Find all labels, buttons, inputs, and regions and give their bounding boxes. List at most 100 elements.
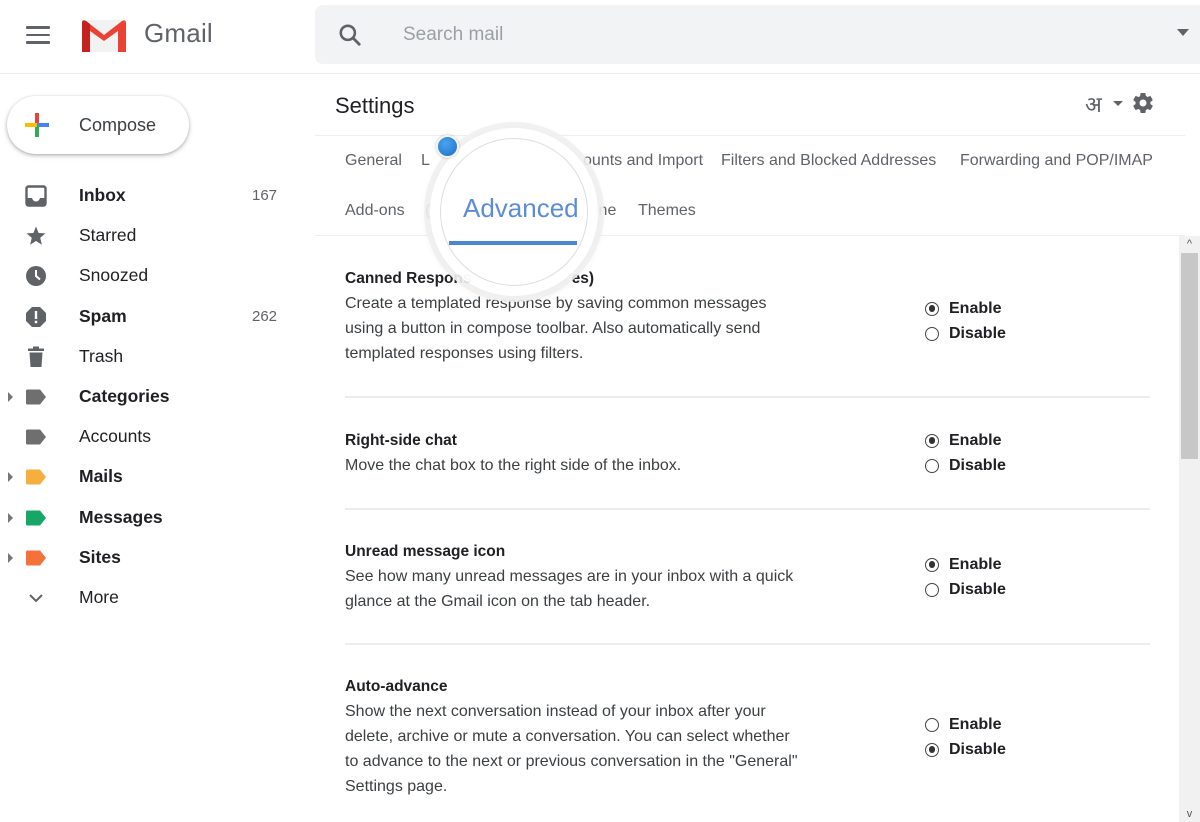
setting-description: Show the next conversation instead of yo…	[345, 703, 798, 795]
label-icon	[26, 510, 46, 525]
enable-option[interactable]: Enable	[925, 712, 1006, 737]
sidebar-item-mails[interactable]: Mails	[0, 457, 300, 497]
sidebar-item-label: Categories	[79, 385, 170, 406]
menu-icon-line	[26, 26, 50, 29]
enable-option[interactable]: Enable	[925, 296, 1006, 321]
inbox-icon	[25, 185, 47, 207]
plus-icon	[25, 113, 49, 137]
expand-arrow-icon[interactable]	[8, 391, 13, 402]
sidebar-item-more[interactable]: More	[0, 578, 300, 618]
radio-disable[interactable]	[925, 326, 939, 341]
sidebar-item-label: Spam	[79, 305, 127, 326]
tab-themes[interactable]: Themes	[638, 202, 696, 220]
tab-labels[interactable]: L	[421, 152, 430, 170]
tab-add-ons[interactable]: Add-ons	[345, 202, 405, 220]
disable-option[interactable]: Disable	[925, 737, 1006, 762]
setting-description: See how many unread messages are in your…	[345, 568, 794, 610]
tab-forwarding-pop-imap[interactable]: Forwarding and POP/IMAP	[960, 152, 1153, 170]
sidebar-item-categories[interactable]: Categories	[0, 377, 300, 417]
star-icon	[26, 226, 46, 245]
sidebar-item-label: Trash	[79, 345, 124, 366]
sidebar-item-label: More	[79, 586, 119, 607]
menu-icon-line	[26, 33, 50, 36]
tab-filters-and-blocked-addresses[interactable]: Filters and Blocked Addresses	[721, 152, 936, 170]
search-bar	[315, 5, 1200, 64]
expand-arrow-icon[interactable]	[8, 472, 13, 483]
radio-enable[interactable]	[925, 301, 939, 316]
setting-name: Unread message icon	[345, 543, 506, 560]
setting-right-side-chat: Right-side chat Move the chat box to the…	[345, 428, 1150, 478]
enable-option[interactable]: Enable	[925, 428, 1006, 453]
search-icon[interactable]	[337, 22, 363, 48]
radio-enable[interactable]	[925, 557, 939, 572]
sidebar-item-label: Starred	[79, 225, 137, 246]
sidebar-item-snoozed[interactable]: Snoozed	[0, 256, 300, 296]
sidebar-item-trash[interactable]: Trash	[0, 337, 300, 377]
active-tab-indicator	[449, 241, 577, 245]
compose-label: Compose	[79, 115, 157, 135]
compose-button[interactable]: Compose	[7, 96, 189, 154]
radio-disable[interactable]	[925, 582, 939, 597]
sidebar-item-inbox[interactable]: Inbox 167	[0, 176, 300, 216]
section-divider	[345, 396, 1150, 398]
radio-disable[interactable]	[925, 742, 939, 757]
tab-accounts-and-import[interactable]: ounts and Import	[583, 152, 703, 170]
setting-name: Right-side chat	[345, 432, 457, 449]
radio-disable[interactable]	[925, 458, 939, 473]
sidebar-item-label: Mails	[79, 466, 123, 487]
input-tools-icon[interactable]: अ	[1085, 89, 1102, 119]
scroll-up-arrow-icon[interactable]: ^	[1179, 236, 1200, 252]
search-options-dropdown-icon[interactable]	[1177, 29, 1189, 36]
click-indicator-icon	[436, 135, 459, 158]
disable-option[interactable]: Disable	[925, 321, 1006, 346]
setting-auto-advance: Auto-advance Show the next conversation …	[345, 674, 1150, 799]
gear-icon[interactable]	[1131, 91, 1155, 115]
section-divider	[345, 643, 1150, 645]
tab-offline[interactable]: ine	[595, 202, 616, 220]
sidebar-item-label: Inbox	[79, 185, 126, 205]
setting-description: Move the chat box to the right side of t…	[345, 457, 682, 474]
sidebar-item-starred[interactable]: Starred	[0, 216, 300, 256]
enable-option[interactable]: Enable	[925, 552, 1006, 577]
vertical-scrollbar[interactable]: ^ v	[1179, 236, 1200, 822]
trash-icon	[28, 346, 44, 367]
radio-enable[interactable]	[925, 717, 939, 732]
setting-description: Create a templated response by saving co…	[345, 295, 767, 362]
tab-general[interactable]: General	[345, 152, 402, 170]
setting-unread-message-icon: Unread message icon See how many unread …	[345, 539, 1150, 614]
sidebar-item-sites[interactable]: Sites	[0, 538, 300, 578]
search-input[interactable]	[403, 17, 1163, 53]
section-divider	[345, 508, 1150, 510]
top-bar: Gmail	[0, 0, 1200, 74]
scroll-down-arrow-icon[interactable]: v	[1179, 806, 1200, 822]
sidebar-item-spam[interactable]: Spam 262	[0, 297, 300, 337]
input-tools-dropdown-icon[interactable]	[1113, 101, 1123, 106]
sidebar-item-accounts[interactable]: Accounts	[0, 417, 300, 457]
sidebar: Compose Inbox 167 Starred Snoozed Spam 2…	[0, 75, 300, 822]
sidebar-item-label: Snoozed	[79, 265, 149, 286]
settings-content: Canned Respons es) Create a templated res…	[315, 236, 1180, 822]
brand-name: Gmail	[144, 18, 213, 48]
sidebar-item-messages[interactable]: Messages	[0, 498, 300, 538]
radio-group: Enable Disable	[925, 712, 1006, 762]
disable-option[interactable]: Disable	[925, 453, 1006, 478]
gmail-logo-icon[interactable]	[80, 18, 128, 54]
sidebar-item-label: Sites	[79, 546, 121, 567]
scrollbar-thumb[interactable]	[1181, 253, 1198, 459]
unread-count: 167	[252, 187, 278, 204]
expand-arrow-icon[interactable]	[8, 552, 13, 563]
radio-enable[interactable]	[925, 433, 939, 448]
main-menu-button[interactable]	[26, 26, 50, 46]
disable-option[interactable]: Disable	[925, 577, 1006, 602]
label-icon	[26, 550, 46, 566]
page-title: Settings	[335, 93, 415, 118]
label-icon	[26, 389, 46, 405]
expand-arrow-icon[interactable]	[8, 512, 13, 523]
setting-name: Auto-advance	[345, 678, 448, 695]
tab-advanced[interactable]: Advanced	[463, 193, 579, 224]
radio-group: Enable Disable	[925, 428, 1006, 478]
sidebar-item-label: Accounts	[79, 426, 151, 447]
menu-icon-line	[26, 41, 50, 44]
unread-count: 262	[252, 307, 278, 325]
sidebar-item-label: Messages	[79, 506, 163, 527]
